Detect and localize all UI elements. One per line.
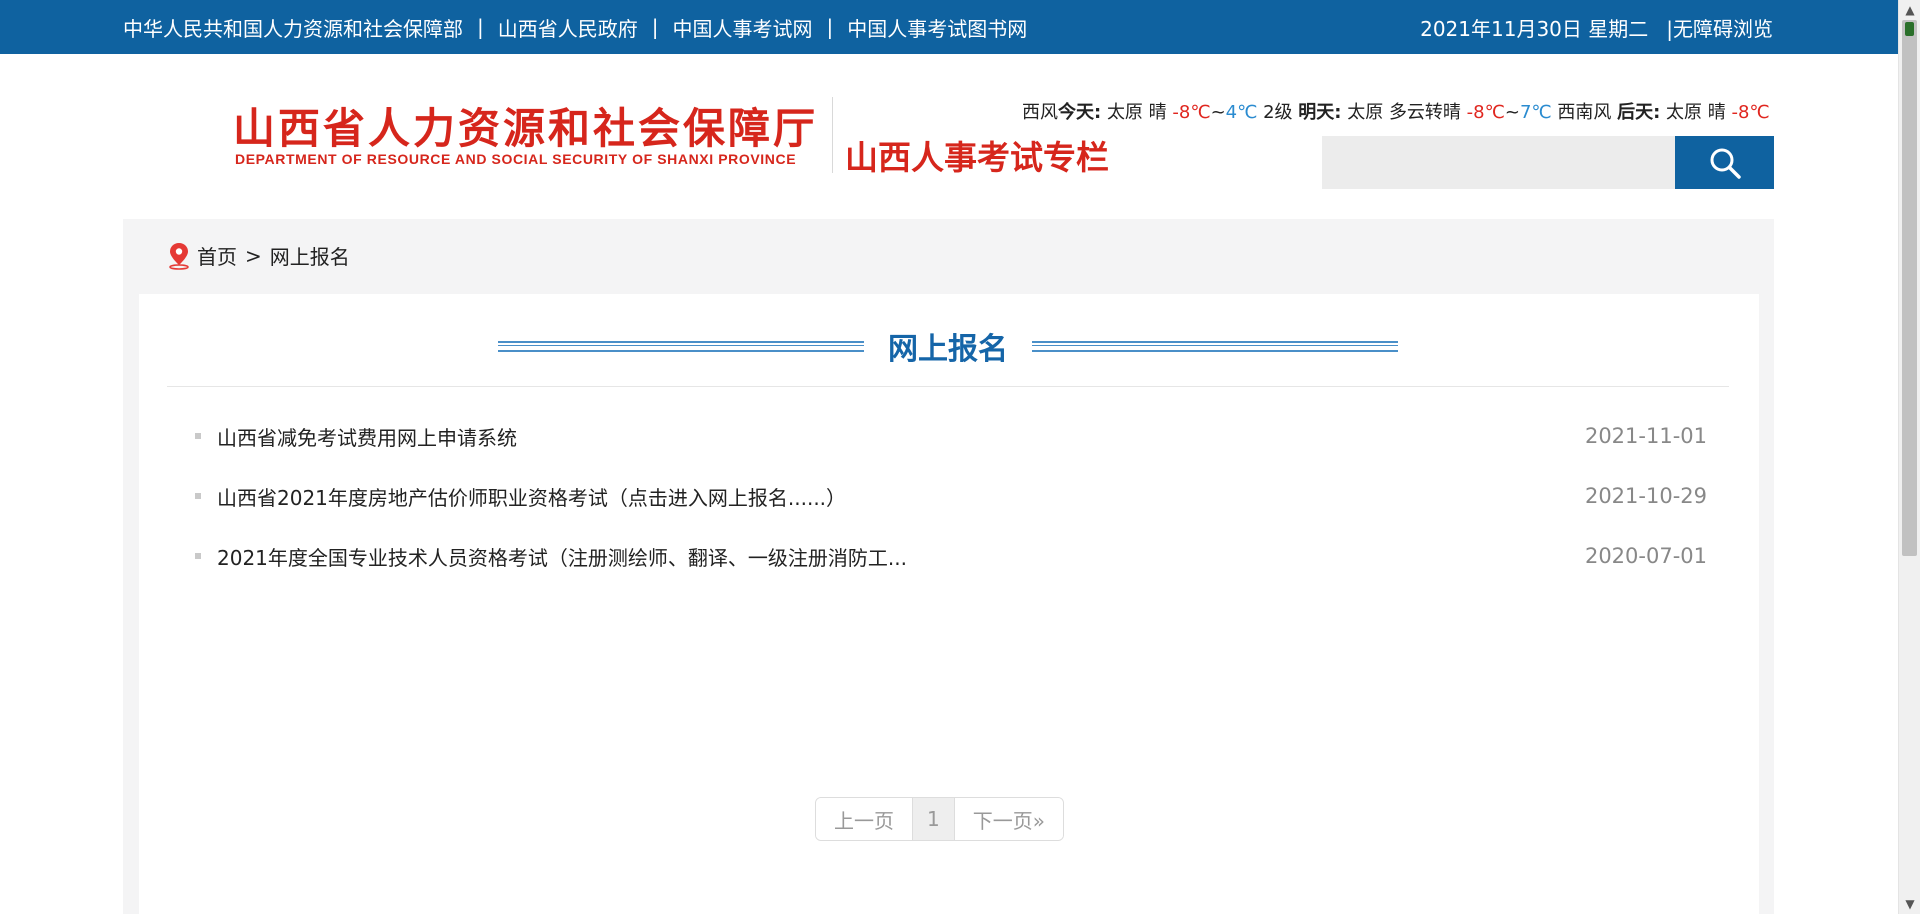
weather-low: -8℃: [1172, 102, 1211, 123]
content-area: 网上报名 山西省减免考试费用网上申请系统 2021-11-01 山西省2021年…: [139, 294, 1759, 914]
news-title-link[interactable]: 山西省2021年度房地产估价师职业资格考试（点击进入网上报名......）: [217, 482, 846, 511]
accessibility-link[interactable]: |无障碍浏览: [1666, 13, 1773, 42]
vertical-scrollbar[interactable]: ▲ ▼: [1898, 0, 1920, 914]
news-date: 2021-11-01: [1584, 424, 1707, 448]
weather-city: 太原: [1666, 102, 1703, 123]
link-separator: |: [826, 15, 834, 39]
weather-after-label: 后天:: [1617, 102, 1661, 123]
section-title: 网上报名: [888, 332, 1008, 367]
location-pin-icon: [169, 242, 189, 270]
link-mohrss[interactable]: 中华人民共和国人力资源和社会保障部: [123, 13, 463, 42]
site-logo[interactable]: 山西省人力资源和社会保障厅 DEPARTMENT OF RESOURCE AND…: [233, 95, 1133, 177]
list-item: 山西省减免考试费用网上申请系统 2021-11-01: [167, 406, 1729, 466]
bullet-icon: [195, 493, 201, 499]
news-title-link[interactable]: 2021年度全国专业技术人员资格考试（注册测绘师、翻译、一级注册消防工...: [217, 542, 907, 571]
logo-english: DEPARTMENT OF RESOURCE AND SOCIAL SECURI…: [235, 151, 797, 167]
search-input[interactable]: [1322, 136, 1675, 189]
title-decor-line-right: [1032, 340, 1398, 352]
search-button[interactable]: [1675, 136, 1774, 189]
top-bar: 中华人民共和国人力资源和社会保障部 | 山西省人民政府 | 中国人事考试网 | …: [0, 0, 1898, 54]
weather-high: 4℃: [1225, 102, 1258, 123]
weather-tilde: ~: [1210, 102, 1226, 123]
weather-wind-level: 2级: [1263, 102, 1293, 123]
weather-condition: 多云转晴: [1388, 102, 1461, 123]
breadcrumb: 首页 > 网上报名: [167, 241, 350, 270]
current-date: 2021年11月30日 星期二: [1420, 16, 1649, 41]
news-title-link[interactable]: 山西省减免考试费用网上申请系统: [217, 422, 517, 451]
breadcrumb-current[interactable]: 网上报名: [270, 241, 350, 270]
weather-low: -8℃: [1731, 102, 1770, 123]
link-cpta[interactable]: 中国人事考试网: [673, 13, 813, 42]
news-list: 山西省减免考试费用网上申请系统 2021-11-01 山西省2021年度房地产估…: [167, 406, 1729, 586]
weather-high: 7℃: [1519, 102, 1552, 123]
pagination: 上一页 1 下一页»: [815, 797, 1064, 841]
top-links: 中华人民共和国人力资源和社会保障部 | 山西省人民政府 | 中国人事考试网 | …: [123, 0, 1027, 54]
weather-wind: 西南风: [1557, 102, 1612, 123]
weather-ticker: 西风今天: 太原 晴 -8℃~4℃ 2级 明天: 太原 多云转晴 -8℃~7℃ …: [1022, 98, 1774, 124]
weather-low: -8℃: [1466, 102, 1505, 123]
scrollbar-thumb[interactable]: [1902, 20, 1917, 556]
weather-condition: 晴: [1707, 102, 1726, 123]
bullet-icon: [195, 553, 201, 559]
logo-divider: [832, 97, 833, 173]
page-number-current[interactable]: 1: [913, 798, 955, 840]
scroll-grip-icon: [1905, 22, 1914, 36]
search-icon: [1710, 148, 1741, 179]
weather-wind: 西风: [1022, 102, 1058, 123]
link-separator: |: [477, 15, 484, 39]
logo-title: 山西省人力资源和社会保障厅: [233, 104, 819, 153]
weather-city: 太原: [1106, 102, 1143, 123]
weather-condition: 晴: [1148, 102, 1167, 123]
breadcrumb-separator: >: [245, 243, 262, 268]
weather-city: 太原: [1347, 102, 1384, 123]
top-right: 2021年11月30日 星期二 |无障碍浏览: [1420, 0, 1773, 54]
list-item: 山西省2021年度房地产估价师职业资格考试（点击进入网上报名......） 20…: [167, 466, 1729, 526]
bullet-icon: [195, 433, 201, 439]
weather-today-label: 今天:: [1058, 102, 1102, 123]
link-separator: |: [651, 15, 659, 39]
breadcrumb-home[interactable]: 首页: [197, 241, 237, 270]
link-cpta-books[interactable]: 中国人事考试图书网: [847, 13, 1027, 42]
weather-tilde: ~: [1504, 102, 1520, 123]
prev-page-button[interactable]: 上一页: [816, 798, 913, 840]
section-header: 网上报名: [167, 294, 1729, 387]
main-panel: 首页 > 网上报名 网上报名 山西省减免考试费用网上申请系统 2021-11-0…: [123, 219, 1774, 914]
scroll-up-arrow-icon[interactable]: ▲: [1899, 0, 1920, 20]
news-date: 2020-07-01: [1584, 544, 1707, 568]
title-decor-line-left: [498, 340, 864, 352]
scroll-down-arrow-icon[interactable]: ▼: [1899, 894, 1920, 914]
search-box: [1322, 136, 1774, 189]
next-page-button[interactable]: 下一页»: [954, 798, 1063, 840]
list-item: 2021年度全国专业技术人员资格考试（注册测绘师、翻译、一级注册消防工... 2…: [167, 526, 1729, 586]
news-date: 2021-10-29: [1584, 484, 1707, 508]
weather-tomorrow-label: 明天:: [1298, 102, 1342, 123]
logo-subtitle: 山西人事考试专栏: [845, 138, 1109, 177]
link-shanxi-gov[interactable]: 山西省人民政府: [498, 13, 638, 42]
